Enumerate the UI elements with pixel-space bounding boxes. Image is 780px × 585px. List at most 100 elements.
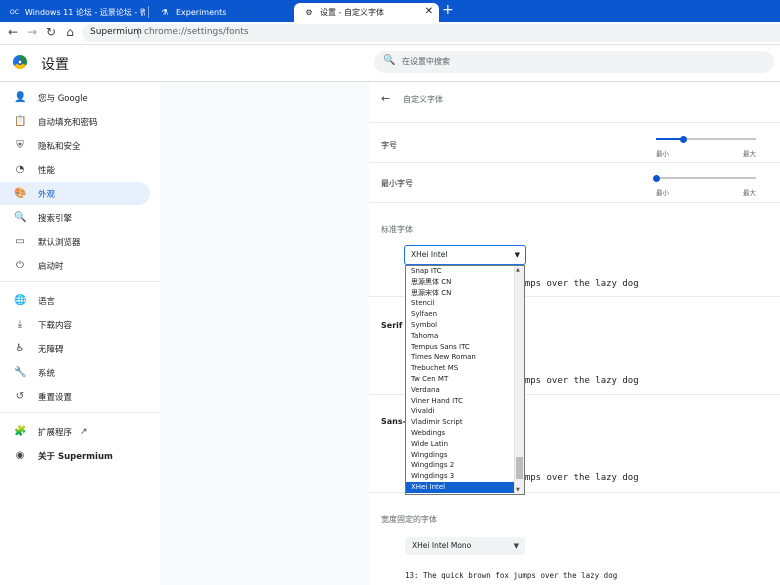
dropdown-option[interactable]: XHei Intel	[406, 482, 516, 493]
min-font-size-slider-track[interactable]	[656, 177, 756, 179]
dropdown-option[interactable]: Vivaldi	[406, 406, 516, 417]
supermium-logo-icon: ◉	[15, 450, 25, 461]
sidebar-item-on-startup[interactable]: ⏻ 启动时	[0, 254, 150, 277]
sidebar-item-accessibility[interactable]: ♿ 无障碍	[0, 337, 150, 360]
sidebar-item-label: 您与 Google	[38, 93, 88, 104]
sidebar-item-performance[interactable]: ◔ 性能	[0, 158, 150, 181]
tab-divider	[148, 6, 149, 18]
sidebar-item-label: 性能	[38, 165, 56, 176]
supermium-logo-icon	[13, 55, 27, 69]
font-size-slider-fill	[656, 138, 683, 140]
sidebar-item-you-and-google[interactable]: 👤 您与 Google	[0, 86, 150, 109]
dropdown-option[interactable]: Wide Latin	[406, 439, 516, 450]
toolbar: ← → ↻ ⌂ Supermium chrome://settings/font…	[0, 22, 780, 45]
palette-icon: 🎨	[14, 188, 27, 199]
sidebar-divider	[0, 412, 160, 413]
sidebar-item-extensions[interactable]: 🧩 扩展程序 ↗	[0, 420, 150, 443]
sidebar-item-reset[interactable]: ↺ 重置设置	[0, 385, 150, 408]
tab-title: 设置 - 自定义字体	[320, 8, 384, 17]
fixed-width-font-label: 宽度固定的字体	[381, 515, 437, 524]
sidebar: 👤 您与 Google 📋 自动填充和密码 ⛨ 隐私和安全 ◔ 性能 🎨 外观 …	[0, 82, 160, 585]
dropdown-option[interactable]: Wingdings 3	[406, 471, 516, 482]
browser-window-icon: ▭	[15, 236, 25, 247]
clipboard-icon: 📋	[14, 116, 27, 127]
fixed-width-font-select[interactable]: XHei Intel Mono ▼	[405, 537, 525, 555]
standard-font-select[interactable]: XHei Intel ▼	[404, 245, 526, 265]
sidebar-item-privacy[interactable]: ⛨ 隐私和安全	[0, 134, 150, 157]
dropdown-option[interactable]: Viner Hand ITC	[406, 396, 516, 407]
sidebar-item-label: 关于 Supermium	[38, 451, 113, 462]
search-icon: 🔍	[14, 212, 27, 223]
address-bar[interactable]: Supermium chrome://settings/fonts	[82, 24, 780, 42]
settings-header: 设置 🔍 在设置中搜索	[0, 45, 780, 82]
scroll-down-icon[interactable]: ▼	[516, 487, 520, 493]
dropdown-option[interactable]: Stencil	[406, 298, 516, 309]
scrollbar-thumb[interactable]	[516, 457, 523, 479]
dropdown-option[interactable]: Tahoma	[406, 331, 516, 342]
dropdown-option[interactable]: 思源宋体 CN	[406, 288, 516, 299]
sidebar-item-label: 重置设置	[38, 392, 73, 403]
sidebar-item-autofill[interactable]: 📋 自动填充和密码	[0, 110, 150, 133]
back-arrow-icon[interactable]: ←	[381, 92, 390, 105]
sidebar-item-label: 隐私和安全	[38, 141, 81, 152]
slider-max-label: 最大	[743, 189, 756, 197]
dropdown-scrollbar[interactable]: ▲ ▼	[514, 266, 524, 494]
wrench-icon: 🔧	[14, 367, 27, 378]
settings-search-input[interactable]: 🔍 在设置中搜索	[374, 51, 774, 73]
new-tab-button[interactable]: +	[442, 2, 454, 18]
sidebar-item-downloads[interactable]: ⤓ 下载内容	[0, 313, 150, 336]
forward-button[interactable]: →	[25, 25, 39, 39]
dropdown-option[interactable]: 思源黑体 CN	[406, 277, 516, 288]
sidebar-item-default-browser[interactable]: ▭ 默认浏览器	[0, 230, 150, 253]
dropdown-option[interactable]: Snap ITC	[406, 266, 516, 277]
gear-icon: ⚙	[305, 8, 313, 17]
tab-strip: OC Windows 11 论坛 - 远景论坛 - 微 ⚗ Experiment…	[0, 0, 780, 22]
history-icon: ↺	[15, 391, 25, 402]
sidebar-item-about[interactable]: ◉ 关于 Supermium	[0, 444, 150, 467]
dropdown-option[interactable]: Tempus Sans ITC	[406, 342, 516, 353]
min-font-size-slider-knob[interactable]	[652, 175, 660, 182]
speedometer-icon: ◔	[15, 164, 25, 175]
dropdown-option[interactable]: Vladimir Script	[406, 417, 516, 428]
sidebar-divider	[0, 281, 160, 282]
reload-button[interactable]: ↻	[44, 25, 58, 39]
tab-title: Experiments	[176, 8, 227, 17]
address-divider	[138, 28, 139, 38]
dropdown-option[interactable]: Verdana	[406, 385, 516, 396]
sidebar-item-search-engine[interactable]: 🔍 搜索引擎	[0, 206, 150, 229]
dropdown-option[interactable]: Trebuchet MS	[406, 363, 516, 374]
dropdown-option[interactable]: Symbol	[406, 320, 516, 331]
subpage-title: 自定义字体	[403, 95, 443, 104]
sidebar-item-appearance[interactable]: 🎨 外观	[0, 182, 150, 205]
home-button[interactable]: ⌂	[63, 25, 77, 39]
page-title: 设置	[41, 57, 69, 73]
search-icon: 🔍	[383, 55, 396, 66]
font-size-slider-knob[interactable]	[679, 136, 687, 143]
chevron-down-icon: ▼	[514, 251, 520, 259]
back-button[interactable]: ←	[6, 25, 20, 39]
scroll-up-icon[interactable]: ▲	[516, 267, 520, 273]
person-icon: 👤	[14, 92, 27, 103]
serif-font-sample: jumps over the lazy dog	[514, 376, 639, 386]
sidebar-item-label: 扩展程序	[38, 427, 73, 438]
external-link-icon: ↗	[80, 426, 88, 437]
close-tab-icon[interactable]: ✕	[425, 6, 433, 17]
sidebar-item-label: 系统	[38, 368, 56, 379]
download-icon: ⤓	[17, 319, 23, 330]
tab-experiments[interactable]: ⚗ Experiments	[150, 3, 293, 22]
dropdown-option[interactable]: Tw Cen MT	[406, 374, 516, 385]
sidebar-item-languages[interactable]: 🌐 语言	[0, 289, 150, 312]
sidebar-item-system[interactable]: 🔧 系统	[0, 361, 150, 384]
dropdown-option[interactable]: Webdings	[406, 428, 516, 439]
tab-forum[interactable]: OC Windows 11 论坛 - 远景论坛 - 微	[0, 3, 145, 22]
site-icon: OC	[10, 9, 19, 16]
search-placeholder: 在设置中搜索	[402, 57, 450, 66]
dropdown-option[interactable]: Wingdings 2	[406, 460, 516, 471]
dropdown-option[interactable]: Wingdings	[406, 450, 516, 461]
row-divider	[369, 122, 780, 123]
dropdown-option[interactable]: Times New Roman	[406, 352, 516, 363]
dropdown-option[interactable]: Sylfaen	[406, 309, 516, 320]
sidebar-item-label: 外观	[38, 189, 56, 200]
tab-settings-fonts[interactable]: ⚙ 设置 - 自定义字体 ✕	[294, 3, 439, 22]
font-dropdown-list[interactable]: Snap ITC 思源黑体 CN 思源宋体 CN Stencil Sylfaen Symb…	[405, 265, 525, 495]
